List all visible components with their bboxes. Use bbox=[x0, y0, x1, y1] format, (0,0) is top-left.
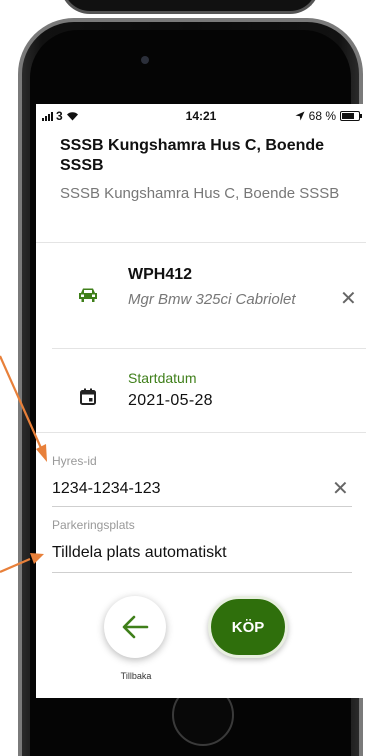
annotation-arrow bbox=[0, 355, 47, 462]
annotation-arrows bbox=[0, 355, 47, 574]
annotation-arrow bbox=[0, 553, 44, 574]
